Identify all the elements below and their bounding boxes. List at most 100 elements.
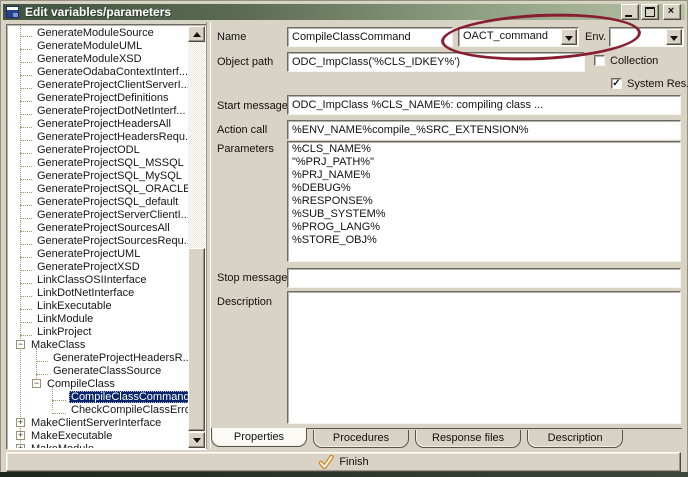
parameters-label: Parameters [217, 143, 274, 155]
env-combo[interactable] [609, 27, 684, 47]
type-combo[interactable]: OACT_command [458, 27, 579, 47]
expand-plus-icon[interactable]: + [16, 431, 25, 440]
tree-item[interactable]: GenerateProjectDefinitions [8, 91, 188, 104]
tree-scrollbar[interactable] [188, 26, 205, 448]
tree-item-label: CompileClass [45, 378, 117, 390]
scroll-down-button[interactable] [188, 432, 205, 448]
tree-item[interactable]: GenerateModuleUML [8, 39, 188, 52]
description-textarea[interactable] [287, 291, 681, 424]
tree-item[interactable]: LinkProject [8, 325, 188, 338]
scroll-down-icon [193, 438, 201, 443]
tree-item[interactable]: CompileClassCommand [8, 390, 188, 403]
tree-item[interactable]: + MakeClientServerInterface [8, 416, 188, 429]
action-call-label: Action call [217, 124, 267, 136]
tree-item-label: GenerateProjectSourcesRequ... [35, 235, 188, 247]
tree-item[interactable]: −MakeClass [8, 338, 188, 351]
tree-item-label: GenerateProjectODL [35, 144, 142, 156]
tree-item[interactable]: GenerateProjectUML [8, 247, 188, 260]
tab-procedures[interactable]: Procedures [313, 430, 409, 448]
minimize-button[interactable] [621, 4, 639, 20]
tree-connector [20, 224, 32, 232]
tree-connector [20, 289, 32, 297]
tree-item-label: GenerateModuleUML [35, 40, 144, 52]
expand-plus-icon[interactable]: + [16, 444, 25, 448]
tree-item[interactable]: GenerateOdabaContextInterf... [8, 65, 188, 78]
stop-message-input[interactable] [287, 268, 681, 288]
tree-item[interactable]: GenerateProjectSQL_default [8, 195, 188, 208]
env-combo-dropdown-button[interactable] [666, 29, 682, 45]
tree-item[interactable]: LinkExecutable [8, 299, 188, 312]
object-path-input[interactable] [287, 52, 585, 72]
system-res-label: System Res. [627, 78, 688, 90]
tree-item[interactable]: GenerateProjectSQL_ORACLE [8, 182, 188, 195]
type-combo-dropdown-button[interactable] [561, 29, 577, 45]
tree-item[interactable]: LinkClassOSIInterface [8, 273, 188, 286]
tree-item[interactable]: GenerateProjectSourcesRequ... [8, 234, 188, 247]
tree-item[interactable]: GenerateClassSource [8, 364, 188, 377]
scroll-up-button[interactable] [188, 26, 205, 42]
maximize-icon [645, 7, 655, 17]
system-res-checkbox[interactable]: ✓ [611, 78, 622, 89]
tree-connector [20, 276, 32, 284]
tree-item[interactable]: GenerateProjectDotNetInterf... [8, 104, 188, 117]
collection-checkbox[interactable] [594, 55, 605, 66]
tree-item-label: GenerateProjectSQL_default [35, 196, 180, 208]
collapse-minus-icon[interactable]: − [16, 340, 25, 349]
tree-item[interactable]: GenerateProjectXSD [8, 260, 188, 273]
tree-item[interactable]: GenerateProjectHeadersRequ... [8, 130, 188, 143]
tree-connector [20, 328, 32, 336]
finish-button[interactable]: Finish [6, 452, 681, 472]
tree-item-label: GenerateProjectClientServerI... [35, 79, 188, 91]
minimize-icon [625, 15, 632, 17]
tree-item[interactable]: GenerateModuleXSD [8, 52, 188, 65]
tree-item[interactable]: GenerateProjectClientServerI... [8, 78, 188, 91]
tree-item[interactable]: CheckCompileClassError [8, 403, 188, 416]
tree-item-label: GenerateProjectHeadersR... [51, 352, 188, 364]
finish-label: Finish [339, 456, 368, 468]
tree-connector [20, 146, 32, 154]
tree-item[interactable]: GenerateProjectServerClientI... [8, 208, 188, 221]
expand-plus-icon[interactable]: + [16, 418, 25, 427]
tree-item-label: GenerateProjectXSD [35, 261, 142, 273]
collapse-minus-icon[interactable]: − [32, 379, 41, 388]
tree-item[interactable]: GenerateProjectSQL_MySQL [8, 169, 188, 182]
tree-item-label: GenerateProjectUML [35, 248, 142, 260]
start-message-input[interactable] [287, 95, 681, 115]
tree-connector [52, 393, 66, 401]
tree-item[interactable]: +MakeModule [8, 442, 188, 448]
tree-item[interactable]: −CompileClass [8, 377, 188, 390]
tree-connector [20, 250, 32, 258]
tree-item[interactable]: LinkDotNetInterface [8, 286, 188, 299]
tab-description[interactable]: Description [527, 430, 623, 448]
close-button[interactable]: × [663, 4, 681, 20]
scrollbar-thumb[interactable] [188, 248, 205, 431]
tree-item[interactable]: GenerateProjectHeadersAll [8, 117, 188, 130]
action-call-input[interactable] [287, 120, 681, 140]
tree-item[interactable]: LinkModule [8, 312, 188, 325]
tree-item[interactable]: GenerateProjectSourcesAll [8, 221, 188, 234]
tree-item[interactable]: GenerateModuleSource [8, 26, 188, 39]
parameters-textarea[interactable]: %CLS_NAME% "%PRJ_PATH%" %PRJ_NAME% %DEBU… [287, 141, 681, 262]
variables-tree: GenerateModuleSourceGenerateModuleUMLGen… [6, 24, 207, 450]
tree-connector [20, 185, 32, 193]
tab-properties[interactable]: Properties [211, 428, 307, 447]
tree-item-label: MakeClass [29, 339, 87, 351]
tree-item[interactable]: GenerateProjectODL [8, 143, 188, 156]
name-input[interactable] [287, 27, 453, 47]
maximize-button[interactable] [641, 4, 659, 20]
title-bar[interactable]: Edit variables/parameters × [3, 3, 685, 20]
env-label: Env. [585, 31, 606, 43]
tree-item[interactable]: GenerateProjectSQL_MSSQL [8, 156, 188, 169]
tree-item[interactable]: +MakeExecutable [8, 429, 188, 442]
tree-connector [20, 263, 32, 271]
tree-connector [36, 354, 48, 362]
tree-item-label: GenerateModuleXSD [35, 53, 144, 65]
tree-item[interactable]: GenerateProjectHeadersR... [8, 351, 188, 364]
app-icon [6, 6, 19, 18]
tab-response-files[interactable]: Response files [415, 430, 521, 448]
tree-connector [20, 315, 32, 323]
tree-connector [20, 107, 32, 115]
tree-connector [20, 172, 32, 180]
tree-item-label: MakeClientServerInterface [29, 417, 163, 429]
tree-item-label: GenerateProjectDefinitions [35, 92, 170, 104]
